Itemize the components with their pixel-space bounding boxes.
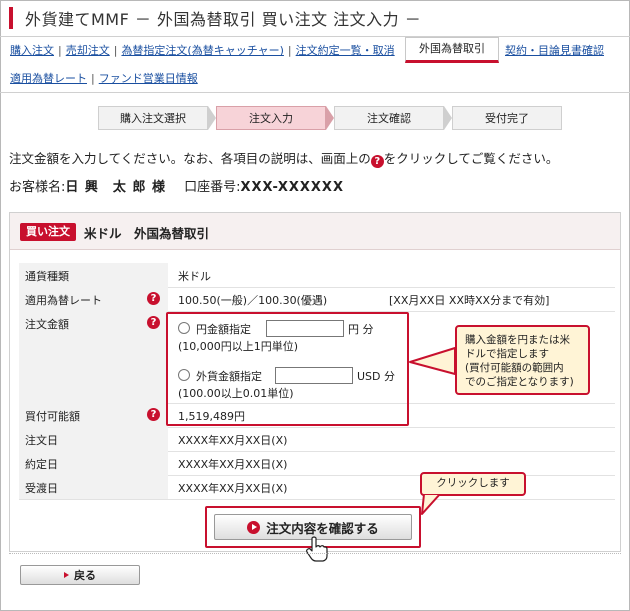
nav-link-order-list[interactable]: 注文約定一覧・取消 [296,44,395,57]
instructions: 注文金額を入力してください。なお、各項目の説明は、画面上の? をクリックしてご覧く… [9,148,558,168]
step-enter-order: 注文入力 [216,106,326,130]
row-order-date: 注文日 XXXX年XX月XX日(X) [19,427,615,452]
row-label: 買付可能額 [19,403,168,427]
nav-link-buy-order[interactable]: 購入注文 [10,44,54,57]
nav-link-applied-rate[interactable]: 適用為替レート [10,72,87,85]
play-icon [247,520,261,534]
help-icon-rate[interactable]: ? [147,292,160,305]
amount-callout: 購入金額を円または米 ドルで指定します (買付可能額の範囲内 でのご指定となりま… [455,325,590,395]
customer-name-label: お客様名: [9,180,66,195]
click-callout: クリックします [420,472,526,496]
step-confirm-order: 注文確認 [334,106,444,130]
callout-pointer [409,347,456,375]
row-label: 適用為替レート [19,287,168,311]
step-complete: 受付完了 [452,106,562,130]
nav-separator: | [58,44,62,57]
currency-value: 米ドル [178,270,211,283]
back-button-label: 戻る [74,569,96,582]
callout-line: ドルで指定します [465,348,549,360]
back-button[interactable]: 戻る [20,565,140,585]
tab-fx-trading[interactable]: 外国為替取引 [405,37,499,63]
trade-date-value: XXXX年XX月XX日(X) [178,458,288,471]
page-title: 外貨建てMMF － 外国為替取引 買い注文 注文入力 － [25,10,422,29]
row-currency: 通貨種類 米ドル [19,263,615,288]
nav-link-contract-docs[interactable]: 契約・目論見書確認 [505,44,604,57]
callout-line: 購入金額を円または米 [465,334,570,346]
customer-name: 日 興 太 郎 様 [65,180,166,195]
nav-separator: | [91,72,95,85]
callout-line: (買付可能額の範囲内 [465,362,564,374]
nav-link-rate-order[interactable]: 為替指定注文(為替キャッチャー) [121,44,283,57]
nav-divider [0,92,630,93]
order-panel-title: 米ドル 外国為替取引 [84,226,210,241]
step-arrow [444,106,452,130]
row-label: 約定日 [19,451,168,475]
row-label: 通貨種類 [19,263,168,287]
order-panel-header: 買い注文 米ドル 外国為替取引 [10,213,620,250]
row-label: 受渡日 [19,475,168,499]
question-icon: ? [370,155,384,168]
nav-separator: | [113,44,118,57]
settlement-date-value: XXXX年XX月XX日(X) [178,482,288,495]
title-divider [0,36,630,37]
account-number: XXX-XXXXXX [240,180,344,195]
row-label: 注文金額 [19,311,168,403]
row-applied-rate: 適用為替レート ? 100.50(一般)／100.30(優遇) [XX月XX日 … [19,287,615,312]
footer-divider [9,553,621,554]
back-arrow-icon [64,572,69,578]
rate-validity-note: [XX月XX日 XX時XX分まで有効] [389,294,550,307]
sub-nav-row1-right: 契約・目論見書確認 [505,42,604,58]
help-icon-amount[interactable]: ? [147,316,160,329]
instructions-text-before: 注文金額を入力してください。なお、各項目の説明は、画面上の [9,151,371,166]
help-icon-buying-power[interactable]: ? [147,408,160,421]
click-callout-pointer [421,494,441,515]
row-label: 注文日 [19,427,168,451]
title-accent-bar [9,7,13,29]
sub-nav-row2: 適用為替レート | ファンド営業日情報 [10,70,198,86]
callout-line: でのご指定となります) [465,376,574,388]
sub-nav-row1: 購入注文 | 売却注文 | 為替指定注文(為替キャッチャー) | 注文約定一覧・取消 [10,42,395,58]
rate-value: 100.50(一般)／100.30(優遇) [178,294,328,307]
account-number-label: 口座番号: [184,180,241,195]
row-trade-date: 約定日 XXXX年XX月XX日(X) [19,451,615,476]
instructions-text-after: をクリックしてご覧ください。 [383,151,559,166]
step-arrow [326,106,334,130]
nav-link-sell-order[interactable]: 売却注文 [66,44,110,57]
customer-info: お客様名:日 興 太 郎 様 口座番号:XXX-XXXXXX [9,176,344,195]
step-arrow [208,106,216,130]
hand-cursor-icon [306,536,328,562]
order-type-badge: 買い注文 [20,223,76,241]
nav-separator: | [287,44,292,57]
order-date-value: XXXX年XX月XX日(X) [178,434,288,447]
confirm-button-label: 注文内容を確認する [266,520,379,536]
page-header: 外貨建てMMF － 外国為替取引 買い注文 注文入力 － [9,6,421,30]
amount-highlight-frame [166,312,409,426]
nav-link-fund-business-days[interactable]: ファンド営業日情報 [99,72,198,85]
step-select-order: 購入注文選択 [98,106,208,130]
